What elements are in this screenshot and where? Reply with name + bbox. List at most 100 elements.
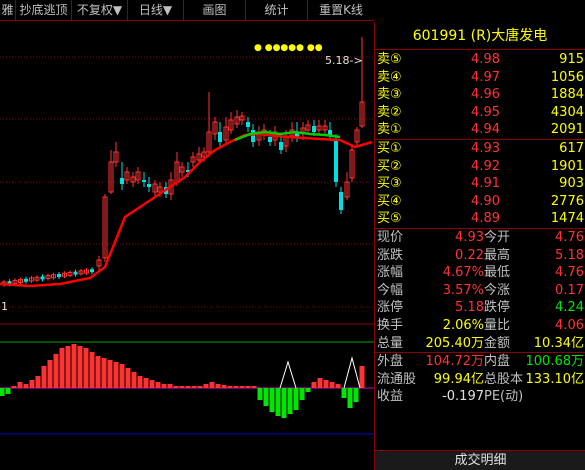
- signal-peak: [343, 356, 361, 389]
- indicator-bar: [17, 382, 23, 388]
- candle-body: [142, 180, 146, 182]
- indicator-bar: [89, 352, 95, 388]
- stat-value: 10.34亿: [533, 335, 584, 351]
- indicator-bar: [215, 384, 221, 388]
- stock-title[interactable]: 601991 (R)大唐发电: [375, 22, 585, 50]
- bid-price: 4.90: [471, 193, 500, 209]
- stat-label: 今幅: [377, 282, 404, 298]
- indicator-bar: [0, 388, 5, 396]
- indicator-bar: [203, 384, 209, 388]
- indicator-bar: [245, 386, 251, 388]
- ask-row[interactable]: 卖② 4.95 4304: [375, 104, 585, 122]
- indicator-bar: [197, 386, 203, 388]
- stat-row: 总量 205.40万 金额 10.34亿: [375, 335, 585, 353]
- indicator-bar: [53, 354, 59, 388]
- stat-row: 涨跌 0.22 最高 5.18: [375, 247, 585, 265]
- toolbar-item-stats[interactable]: 统计: [246, 0, 308, 21]
- stat-row: 换手 2.06% 量比 4.06: [375, 317, 585, 335]
- bid-volume: 1901: [550, 158, 584, 174]
- bid-row[interactable]: 买③ 4.91 903: [375, 175, 585, 193]
- toolbar-item-adjust[interactable]: 不复权▼: [72, 0, 128, 21]
- indicator-bar: [209, 382, 215, 388]
- candle-body: [120, 178, 124, 184]
- stat-value: 0.17: [555, 282, 584, 298]
- ask-label: 卖③: [377, 87, 402, 103]
- ask-price: 4.95: [471, 104, 500, 120]
- indicator-bar: [29, 380, 35, 388]
- candle-body: [147, 184, 151, 187]
- ask-price: 4.96: [471, 87, 500, 103]
- kline-chart[interactable]: 5.18-> 1 ● ●●●●● ●●: [0, 22, 374, 470]
- ask-price: 4.94: [471, 122, 500, 138]
- bid-volume: 1474: [550, 211, 584, 227]
- ask-volume: 915: [559, 52, 584, 67]
- stat-value: 4.67%: [442, 265, 484, 281]
- ask-volume: 4304: [550, 104, 584, 120]
- indicator-bar: [155, 382, 161, 388]
- bid-price: 4.91: [471, 176, 500, 192]
- stat-label: 外盘: [377, 354, 404, 370]
- indicator-bar: [317, 378, 323, 388]
- stat-row: 现价 4.93 今开 4.76: [375, 229, 585, 247]
- stat-label: 现价: [377, 230, 404, 245]
- left-label: 1: [1, 300, 8, 313]
- signal-dots: ● ●●●●● ●●: [254, 43, 323, 53]
- stat-value: 4.76: [555, 265, 584, 281]
- indicator-bar: [227, 386, 233, 388]
- toolbar-item-period[interactable]: 日线▼: [128, 0, 184, 21]
- stat-label: 涨跌: [377, 247, 404, 263]
- indicator-bar: [161, 384, 167, 388]
- bid-row[interactable]: 买⑤ 4.89 1474: [375, 210, 585, 228]
- stat-value: 5.18: [455, 300, 484, 316]
- ask-row[interactable]: 卖④ 4.97 1056: [375, 69, 585, 87]
- stat-label: 收益: [377, 389, 404, 405]
- indicator-bar: [275, 388, 281, 416]
- stat-label: 最低: [484, 265, 511, 281]
- stat-label: 总量: [377, 335, 404, 351]
- ask-row[interactable]: 卖① 4.94 2091: [375, 121, 585, 139]
- stat-label: 跌停: [484, 300, 511, 316]
- candle-body: [24, 278, 28, 282]
- bid-row[interactable]: 买② 4.92 1901: [375, 158, 585, 176]
- indicator-bar: [65, 346, 71, 388]
- stat-row: 今幅 3.57% 今涨 0.17: [375, 282, 585, 300]
- stat-label: 涨停: [377, 300, 404, 316]
- ask-row[interactable]: 卖③ 4.96 1884: [375, 86, 585, 104]
- stat-value: 3.57%: [442, 282, 484, 298]
- candle-body: [334, 140, 338, 182]
- stat-label: 总股本: [484, 371, 524, 387]
- stat-label: 量比: [484, 318, 511, 333]
- bid-price: 4.89: [471, 211, 500, 227]
- stat-row: 涨幅 4.67% 最低 4.76: [375, 264, 585, 282]
- ask-label: 卖④: [377, 69, 402, 85]
- ask-label: 卖②: [377, 104, 402, 120]
- stat-row: 收益 -0.197 PE(动): [375, 388, 585, 406]
- indicator-bar: [95, 356, 101, 388]
- candle-body: [246, 122, 250, 127]
- toolbar-item-reset-kline[interactable]: 重置K线: [308, 0, 374, 21]
- stat-value: 4.93: [455, 230, 484, 245]
- bid-volume: 2776: [550, 193, 584, 209]
- indicator-bar: [239, 386, 245, 388]
- indicator-bar: [359, 366, 365, 388]
- bid-row[interactable]: 买① 4.93 617: [375, 140, 585, 158]
- ask-row[interactable]: 卖⑤ 4.98 915: [375, 51, 585, 69]
- indicator-bar: [329, 382, 335, 388]
- indicator-bar: [335, 384, 341, 388]
- toolbar-item-draw[interactable]: 画图: [184, 0, 246, 21]
- candle-body: [40, 276, 45, 280]
- bid-label: 买③: [377, 176, 402, 192]
- trade-detail-button[interactable]: 成交明细: [375, 450, 585, 470]
- candle-body: [312, 126, 316, 132]
- indicator-bar: [281, 388, 287, 418]
- indicator-bar: [125, 368, 131, 388]
- ask-price: 4.98: [471, 52, 500, 67]
- ask-volume: 2091: [550, 122, 584, 138]
- indicator-bar: [311, 382, 317, 388]
- bid-label: 买④: [377, 193, 402, 209]
- bid-price: 4.92: [471, 158, 500, 174]
- stat-label: PE(动): [484, 389, 524, 405]
- toolbar-item-bottom-top[interactable]: 抄底逃顶: [16, 0, 72, 21]
- toolbar-item-0[interactable]: 雅: [0, 0, 16, 21]
- bid-row[interactable]: 买④ 4.90 2776: [375, 193, 585, 211]
